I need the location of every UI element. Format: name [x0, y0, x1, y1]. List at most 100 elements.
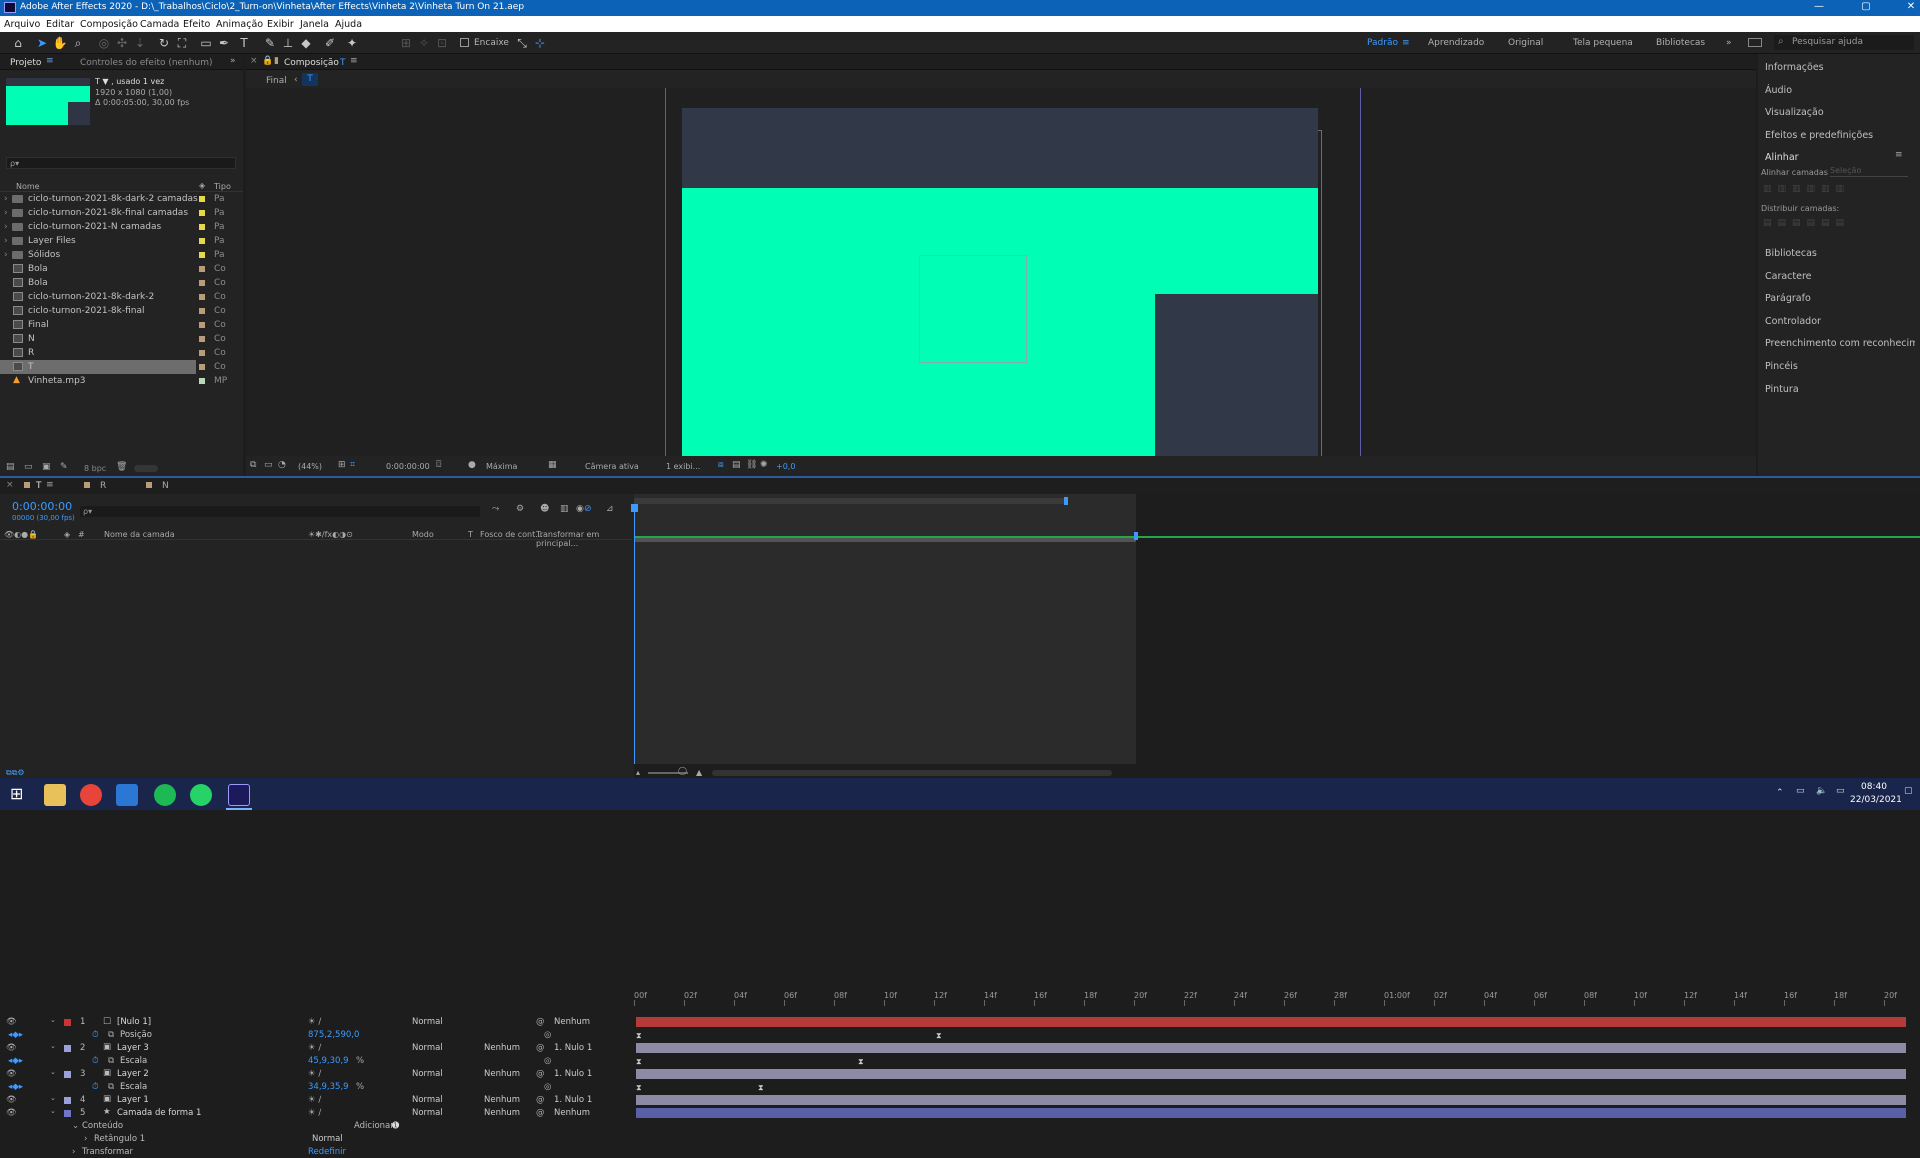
- shy-layers-icon[interactable]: ☻: [540, 504, 549, 514]
- switches-icons[interactable]: ☀✱/fx◐◑⊙: [308, 530, 353, 539]
- fast-preview-icon[interactable]: ⧈: [718, 460, 724, 470]
- label-color-swatch[interactable]: [199, 252, 205, 258]
- orbit-camera-icon[interactable]: ◎: [96, 35, 112, 51]
- layer-row[interactable]: 👁 ⌄ 1 □ [Nulo 1] ☀ ∕ Normal @ Nenhum: [0, 1016, 632, 1028]
- label-color-swatch[interactable]: [199, 378, 205, 384]
- label-icon[interactable]: ◈: [64, 530, 70, 539]
- menu-efeito[interactable]: Efeito: [183, 19, 210, 30]
- eraser-tool-icon[interactable]: ◆: [298, 35, 314, 51]
- panel-b0[interactable]: Bibliotecas: [1765, 248, 1915, 259]
- track-matte-dropdown[interactable]: Nenhum: [484, 1095, 520, 1105]
- panel-3[interactable]: Efeitos e predefinições: [1765, 130, 1873, 141]
- timeline-timecode[interactable]: 0:00:00:00: [12, 500, 72, 513]
- close-button[interactable]: ✕: [1904, 1, 1918, 12]
- keyframe-nav-icon[interactable]: ◂◆▸: [8, 1030, 23, 1040]
- stopwatch-icon[interactable]: ⏱: [92, 1056, 99, 1066]
- dolly-camera-icon[interactable]: ⇣: [132, 35, 148, 51]
- workspace-aprendizado[interactable]: Aprendizado: [1428, 38, 1484, 48]
- layer-label-color[interactable]: [64, 1071, 71, 1078]
- timeline-graph-area[interactable]: [631, 494, 1920, 780]
- graph-editor-icon[interactable]: ⊘: [584, 504, 592, 514]
- new-comp-icon[interactable]: ▣: [42, 462, 51, 472]
- blend-mode-dropdown[interactable]: Normal: [412, 1095, 443, 1105]
- project-item[interactable]: › ciclo-turnon-2021-8k-dark-2 camadas Pa: [0, 192, 225, 206]
- axis-local-icon[interactable]: ⊞: [398, 35, 414, 51]
- column-trackmatte[interactable]: Fosco de cont...: [480, 530, 543, 539]
- axis-world-icon[interactable]: ✧: [416, 35, 432, 51]
- timeline-icon[interactable]: ▤: [732, 460, 741, 470]
- tray-chevron-icon[interactable]: ⌃: [1776, 788, 1784, 798]
- snap-checkbox[interactable]: [460, 38, 469, 47]
- label-color-swatch[interactable]: [199, 364, 205, 370]
- expand-layer-icon[interactable]: ⌄: [50, 1016, 56, 1024]
- layer-switch-icons[interactable]: ☀ ∕: [308, 1043, 321, 1053]
- panel-b1[interactable]: Caractere: [1765, 271, 1915, 282]
- clone-stamp-icon[interactable]: ⊥: [280, 35, 296, 51]
- visibility-eye-icon[interactable]: 👁: [6, 1108, 17, 1118]
- home-icon[interactable]: ⌂: [10, 35, 26, 51]
- menu-exibir[interactable]: Exibir: [267, 19, 294, 30]
- expand-arrow-icon[interactable]: ›: [4, 208, 8, 218]
- menu-editar[interactable]: Editar: [46, 19, 74, 30]
- graph-toggle-icon[interactable]: ⊿: [606, 504, 614, 514]
- more-workspaces-icon[interactable]: »: [1726, 38, 1732, 48]
- keyframe-start[interactable]: ⧗: [636, 1031, 642, 1041]
- channel-icon[interactable]: ●: [468, 460, 476, 470]
- label-color-swatch[interactable]: [199, 308, 205, 314]
- project-item[interactable]: N Co: [0, 332, 226, 346]
- parent-dropdown[interactable]: Nenhum: [554, 1017, 590, 1027]
- property-value[interactable]: 875,2,590,0: [308, 1030, 359, 1040]
- menu-arquivo[interactable]: Arquivo: [4, 19, 40, 30]
- windows-start-icon[interactable]: ⊞: [10, 784, 23, 803]
- snap-option-icon[interactable]: ⤡: [514, 35, 530, 51]
- align-to-dropdown[interactable]: Seleção: [1830, 166, 1908, 177]
- comp-tab-menu-icon[interactable]: ≡: [350, 56, 358, 66]
- visibility-eye-icon[interactable]: 👁: [6, 1095, 17, 1105]
- layer-name[interactable]: [Nulo 1]: [117, 1017, 151, 1027]
- views-dropdown[interactable]: 1 exibi...: [666, 462, 700, 471]
- hand-tool-icon[interactable]: ✋: [52, 35, 68, 51]
- layer-duration-bar[interactable]: [636, 1017, 1906, 1027]
- expression-pickwhip-icon[interactable]: ◎: [544, 1030, 551, 1040]
- expand-layer-icon[interactable]: ⌄: [50, 1107, 56, 1115]
- rect-mode-dropdown[interactable]: Normal: [312, 1134, 343, 1144]
- comp-viewer[interactable]: [246, 88, 1756, 456]
- expand-layer-icon[interactable]: ⌄: [50, 1042, 56, 1050]
- playhead-handle[interactable]: [631, 504, 638, 512]
- project-item[interactable]: › ciclo-turnon-2021-N camadas Pa: [0, 220, 225, 234]
- spotify-icon[interactable]: [154, 784, 176, 806]
- volume-icon[interactable]: 🔈: [1816, 786, 1827, 796]
- visibility-eye-icon[interactable]: 👁: [6, 1069, 17, 1079]
- timeline-scrollbar[interactable]: [712, 770, 1112, 776]
- region-of-interest-icon[interactable]: ⌗: [350, 460, 355, 470]
- keyframe-start[interactable]: ⧗: [636, 1057, 642, 1067]
- expression-pickwhip-icon[interactable]: ◎: [544, 1056, 551, 1066]
- layer-duration-bar[interactable]: [636, 1108, 1906, 1118]
- work-area-end[interactable]: [1134, 532, 1138, 540]
- layer-row[interactable]: 👁 ⌄ 3 ▣ Layer 2 ☀ ∕ Normal Nenhum @ 1. N…: [0, 1068, 632, 1080]
- workspace-padrao[interactable]: Padrão: [1367, 38, 1398, 48]
- label-color-swatch[interactable]: [199, 224, 205, 230]
- whatsapp-icon[interactable]: [190, 784, 212, 806]
- align-buttons-icons[interactable]: ▥▥▥▥▥▥: [1763, 184, 1850, 194]
- property-row[interactable]: ◂◆▸ ⏱ ⧉ Posição 875,2,590,0 ◎: [0, 1029, 632, 1041]
- menu-animacao[interactable]: Animação: [216, 19, 263, 30]
- crumb-final[interactable]: Final: [266, 76, 287, 86]
- tab-comp-name[interactable]: T: [340, 58, 346, 68]
- keyframe-end[interactable]: ⧗: [858, 1057, 864, 1067]
- expand-arrow-icon[interactable]: ›: [4, 222, 8, 232]
- mail-icon[interactable]: [116, 784, 138, 806]
- zoom-out-time-icon[interactable]: ▴: [636, 768, 640, 777]
- expand-transform-icon[interactable]: ›: [72, 1147, 75, 1157]
- file-explorer-icon[interactable]: [44, 784, 66, 806]
- layer-duration-bar[interactable]: [636, 1069, 1906, 1079]
- maximize-button[interactable]: ▢: [1859, 1, 1873, 12]
- layer-switch-icons[interactable]: ☀ ∕: [308, 1017, 321, 1027]
- exposure-icon[interactable]: ✺: [760, 460, 768, 470]
- menu-ajuda[interactable]: Ajuda: [335, 19, 362, 30]
- content-row[interactable]: ⌄ Conteúdo Adicionar: ➊: [0, 1120, 632, 1132]
- menu-janela[interactable]: Janela: [300, 19, 329, 30]
- crumb-t[interactable]: T: [302, 73, 318, 86]
- work-area-bar[interactable]: [634, 538, 1136, 542]
- project-item[interactable]: ▲ Vinheta.mp3 MP: [0, 374, 227, 388]
